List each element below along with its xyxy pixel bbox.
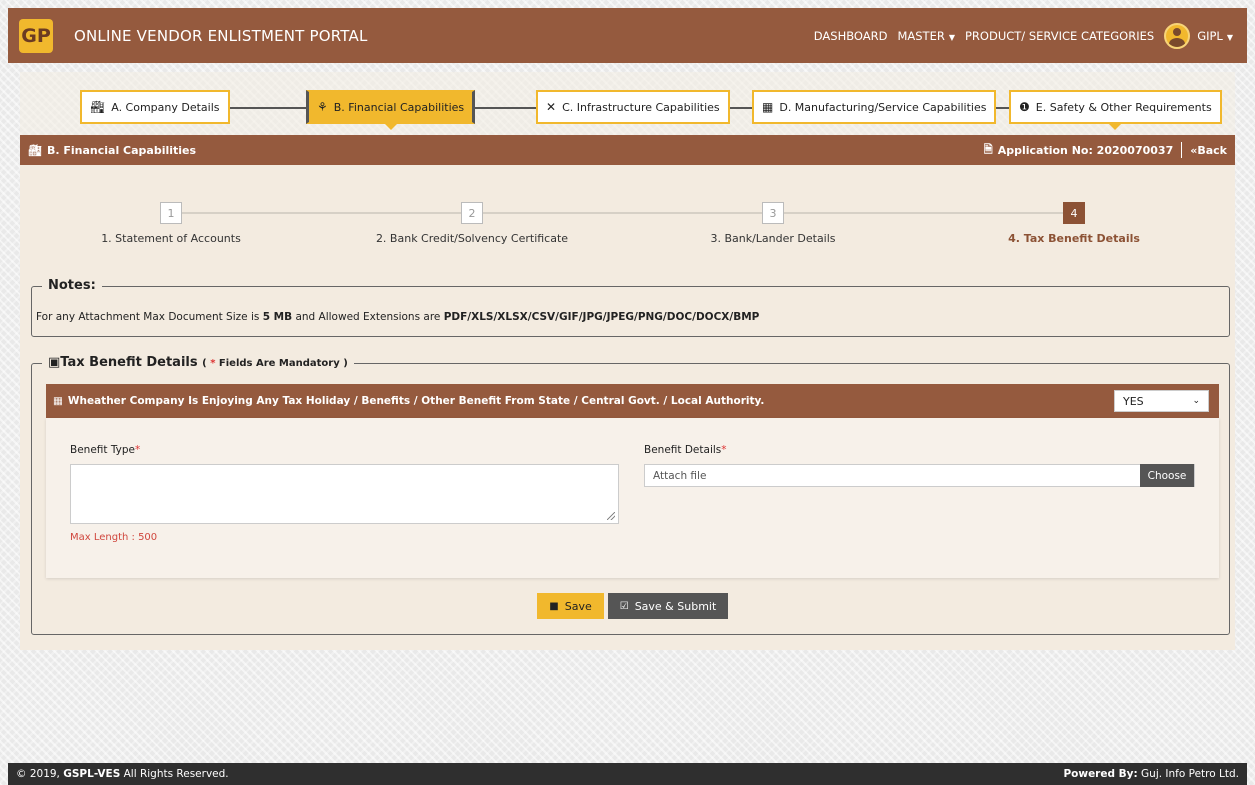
growth-icon: ⚘ bbox=[317, 100, 328, 114]
portal-title: ONLINE VENDOR ENLISTMENT PORTAL bbox=[74, 26, 368, 45]
file-placeholder: Attach file bbox=[653, 469, 707, 482]
page-footer: © 2019, GSPL-VES All Rights Reserved. Po… bbox=[8, 763, 1247, 785]
tax-benefit-title: Tax Benefit Details bbox=[60, 355, 198, 370]
tab-company-details[interactable]: 🏭︎ A. Company Details bbox=[80, 90, 230, 124]
choose-file-button[interactable]: Choose bbox=[1140, 464, 1194, 487]
resize-handle-icon[interactable] bbox=[607, 512, 615, 520]
nav-categories[interactable]: PRODUCT/ SERVICE CATEGORIES bbox=[965, 29, 1154, 43]
tax-benefit-legend: ▣Tax Benefit Details ( * Fields Are Mand… bbox=[42, 355, 354, 370]
panel-title: B. Financial Capabilities bbox=[46, 143, 197, 157]
tab-label: C. Infrastructure Capabilities bbox=[562, 100, 720, 114]
benefit-type-textarea[interactable] bbox=[70, 464, 619, 524]
floppy-icon: ■ bbox=[549, 600, 559, 612]
back-label: Back bbox=[1197, 143, 1227, 157]
notes-size: 5 MB bbox=[262, 311, 293, 323]
tax-benefit-form: Benefit Type* Max Length : 500 Benefit D… bbox=[46, 418, 1219, 578]
wizard-connector bbox=[483, 212, 762, 214]
caret-down-icon: ▼ bbox=[948, 32, 955, 42]
building-icon: ▦ bbox=[53, 395, 63, 407]
user-name: GIPL bbox=[1197, 28, 1223, 43]
header-divider bbox=[1181, 142, 1183, 158]
back-link[interactable]: «Back bbox=[1190, 144, 1227, 157]
wizard-step-3[interactable]: 3 bbox=[762, 202, 784, 224]
panel-header: 🏭︎ B. Financial Capabilities 🗎 Applicati… bbox=[20, 135, 1235, 165]
tab-label: E. Safety & Other Requirements bbox=[1035, 100, 1212, 114]
notes-extensions: PDF/XLS/XLSX/CSV/GIF/JPG/JPEG/PNG/DOC/DO… bbox=[443, 311, 760, 323]
tab-label: A. Company Details bbox=[111, 100, 220, 114]
notes-legend: Notes: bbox=[42, 278, 102, 293]
copyright: © 2019, GSPL-VES All Rights Reserved. bbox=[16, 768, 229, 780]
wizard-step-2[interactable]: 2 bbox=[461, 202, 483, 224]
check-square-icon: ☑ bbox=[619, 600, 629, 612]
wizard-label-2: 2. Bank Credit/Solvency Certificate bbox=[375, 232, 569, 245]
panel-header-right: 🗎 Application No: 2020070037 «Back bbox=[984, 141, 1227, 160]
user-avatar[interactable] bbox=[1164, 22, 1191, 49]
application-number: Application No: 2020070037 bbox=[997, 143, 1174, 157]
notes-fieldset: Notes: For any Attachment Max Document S… bbox=[31, 278, 1230, 337]
wizard-step-4[interactable]: 4 bbox=[1063, 202, 1085, 224]
top-navbar: GP ONLINE VENDOR ENLISTMENT PORTAL DASHB… bbox=[8, 8, 1247, 63]
benefit-type-label: Benefit Type* bbox=[70, 444, 141, 456]
exclamation-icon: ❶ bbox=[1019, 100, 1030, 114]
notes-text: For any Attachment Max Document Size is … bbox=[36, 311, 759, 323]
tab-label: D. Manufacturing/Service Capabilities bbox=[779, 100, 987, 114]
save-button[interactable]: ■ Save bbox=[537, 593, 604, 619]
financial-panel: 🏭︎ B. Financial Capabilities 🗎 Applicati… bbox=[20, 135, 1235, 650]
wizard-label-3: 3. Bank/Lander Details bbox=[710, 232, 836, 245]
wizard-label-4: 4. Tax Benefit Details bbox=[1008, 232, 1140, 245]
wizard-label-1: 1. Statement of Accounts bbox=[101, 232, 241, 245]
wizard-connector bbox=[784, 212, 1063, 214]
powered-by: Powered By: Guj. Info Petro Ltd. bbox=[1063, 768, 1239, 780]
building-icon: ▦ bbox=[762, 100, 774, 114]
save-label: Save bbox=[564, 599, 592, 613]
tab-label: B. Financial Capabilities bbox=[333, 100, 465, 114]
mandatory-note: ( * Fields Are Mandatory ) bbox=[202, 358, 348, 369]
tab-manufacturing-capabilities[interactable]: ▦ D. Manufacturing/Service Capabilities bbox=[752, 90, 997, 124]
document-icon: 🗎 bbox=[983, 142, 993, 156]
save-submit-button[interactable]: ☑ Save & Submit bbox=[608, 593, 728, 619]
gp-logo[interactable]: GP bbox=[19, 18, 53, 53]
max-length-hint: Max Length : 500 bbox=[70, 532, 158, 543]
select-value: YES bbox=[1123, 394, 1144, 408]
step-wizard: 1 2 3 4 1. Statement of Accounts 2. Bank… bbox=[20, 165, 1235, 265]
user-menu[interactable]: GIPL ▼ bbox=[1197, 29, 1233, 43]
tab-infrastructure-capabilities[interactable]: ✕ C. Infrastructure Capabilities bbox=[536, 90, 730, 124]
factory-icon: 🏭︎ bbox=[28, 143, 42, 157]
factory-icon: 🏭︎ bbox=[90, 100, 106, 114]
nav-links: DASHBOARD MASTER ▼ PRODUCT/ SERVICE CATEG… bbox=[804, 22, 1233, 49]
tab-financial-capabilities[interactable]: ⚘ B. Financial Capabilities bbox=[306, 90, 476, 130]
chevron-down-icon: ⌄ bbox=[1192, 396, 1200, 406]
wizard-step-1[interactable]: 1 bbox=[160, 202, 182, 224]
wizard-connector bbox=[182, 212, 461, 214]
tab-safety-requirements[interactable]: ❶ E. Safety & Other Requirements bbox=[1009, 90, 1222, 130]
tax-holiday-question: Wheather Company Is Enjoying Any Tax Hol… bbox=[67, 395, 765, 407]
tax-holiday-question-bar: ▦ Wheather Company Is Enjoying Any Tax H… bbox=[46, 384, 1219, 418]
page-frame: GP ONLINE VENDOR ENLISTMENT PORTAL DASHB… bbox=[8, 8, 1247, 785]
submit-label: Save & Submit bbox=[634, 599, 717, 613]
tools-icon: ✕ bbox=[546, 100, 557, 114]
notes-middle: and Allowed Extensions are bbox=[292, 311, 444, 323]
benefit-details-label: Benefit Details* bbox=[644, 444, 727, 456]
id-card-icon: ▣ bbox=[48, 355, 61, 370]
nav-dashboard[interactable]: DASHBOARD bbox=[814, 29, 888, 43]
nav-master[interactable]: MASTER ▼ bbox=[897, 29, 955, 43]
nav-master-label: MASTER bbox=[897, 28, 945, 43]
benefit-details-file-input[interactable]: Attach file Choose bbox=[644, 464, 1195, 487]
caret-down-icon: ▼ bbox=[1226, 32, 1233, 42]
tax-benefit-fieldset: ▣Tax Benefit Details ( * Fields Are Mand… bbox=[31, 355, 1230, 635]
notes-prefix: For any Attachment Max Document Size is bbox=[36, 311, 263, 323]
tax-holiday-select[interactable]: YES ⌄ bbox=[1114, 390, 1209, 412]
